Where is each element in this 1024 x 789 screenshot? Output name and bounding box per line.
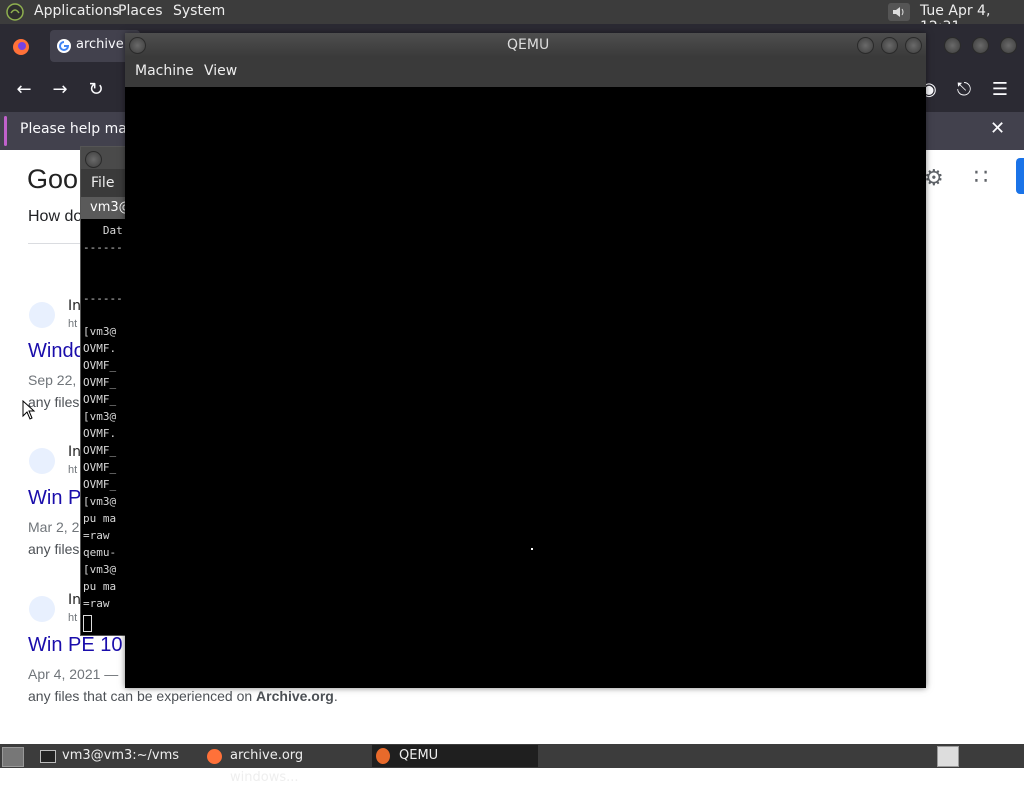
- sign-in-button[interactable]: [1016, 158, 1024, 194]
- terminal-line: ------: [83, 292, 123, 305]
- result-snippet: any files: [28, 541, 80, 557]
- result-snippet: any files that can be experienced on Arc…: [28, 688, 338, 704]
- forward-arrow-icon[interactable]: →: [47, 77, 73, 103]
- firefox-icon[interactable]: [12, 38, 30, 56]
- reload-icon[interactable]: ↻: [83, 77, 109, 103]
- result-title-link[interactable]: Win PE 10: [28, 634, 122, 657]
- notification-accent: [4, 116, 7, 146]
- taskbar-label: QEMU: [399, 748, 439, 763]
- qemu-title: QEMU: [507, 37, 550, 53]
- machine-menu[interactable]: Machine: [135, 63, 194, 79]
- terminal-line: OVMF_: [83, 359, 117, 372]
- result-title-link[interactable]: Win P: [28, 487, 81, 510]
- close-button[interactable]: [905, 37, 922, 54]
- terminal-line: OVMF_: [83, 393, 117, 406]
- terminal-line: OVMF.: [83, 342, 117, 355]
- google-logo[interactable]: Goo: [27, 164, 78, 195]
- qemu-icon: [376, 748, 390, 764]
- bottom-taskbar: vm3@vm3:~/vms archive.org windows... QEM…: [0, 744, 1024, 785]
- terminal-tab[interactable]: vm3@: [81, 197, 131, 219]
- window-menu-button[interactable]: [129, 37, 146, 54]
- settings-gear-icon[interactable]: ⚙: [924, 166, 944, 191]
- maximize-button[interactable]: [881, 37, 898, 54]
- vm-display[interactable]: [125, 87, 926, 688]
- globe-icon: [29, 596, 55, 622]
- menu-hamburger-icon[interactable]: ☰: [987, 77, 1013, 103]
- workspace-switcher[interactable]: [937, 746, 959, 767]
- terminal-line: OVMF_: [83, 444, 117, 457]
- qemu-titlebar[interactable]: QEMU: [125, 33, 926, 57]
- close-icon[interactable]: ✕: [990, 118, 1005, 139]
- applications-menu[interactable]: Applications: [34, 3, 120, 19]
- taskbar-label: archive.org windows...: [230, 748, 304, 785]
- minimize-button[interactable]: [857, 37, 874, 54]
- view-menu[interactable]: View: [204, 63, 237, 79]
- show-desktop-icon[interactable]: [2, 747, 24, 767]
- system-menu[interactable]: System: [173, 3, 225, 19]
- globe-icon: [29, 302, 55, 328]
- globe-icon: [29, 448, 55, 474]
- vm-cursor-dot: [531, 548, 533, 550]
- back-arrow-icon[interactable]: ←: [11, 77, 37, 103]
- window-button[interactable]: [972, 37, 989, 54]
- terminal-line: =raw: [83, 597, 117, 610]
- terminal-line: qemu-: [83, 546, 117, 559]
- mouse-pointer-icon: [22, 400, 36, 420]
- terminal-line: [vm3@: [83, 495, 117, 508]
- google-icon: [57, 39, 71, 53]
- terminal-titlebar[interactable]: [81, 147, 131, 169]
- taskbar-item-firefox[interactable]: archive.org windows...: [202, 745, 368, 785]
- result-url: ht: [68, 464, 78, 476]
- apps-grid-icon[interactable]: ∷: [974, 165, 988, 190]
- qemu-window[interactable]: QEMU Machine View: [125, 33, 926, 688]
- file-menu[interactable]: File: [91, 175, 114, 191]
- firefox-icon: [207, 749, 222, 764]
- divider: [28, 243, 88, 244]
- terminal-line: =raw: [83, 529, 117, 542]
- related-question[interactable]: How do: [28, 208, 82, 226]
- taskbar-label: vm3@vm3:~/vms: [62, 748, 180, 763]
- volume-icon[interactable]: [888, 3, 910, 21]
- extensions-icon[interactable]: ⎋: [951, 77, 977, 103]
- terminal-line: OVMF.: [83, 427, 117, 440]
- terminal-line: pu ma: [83, 512, 117, 525]
- result-url: ht: [68, 318, 78, 330]
- terminal-icon: [40, 750, 56, 763]
- terminal-line: [vm3@: [83, 563, 117, 576]
- top-panel: Applications Places System Tue Apr 4, 12…: [0, 0, 1024, 35]
- terminal-line: OVMF_: [83, 478, 117, 491]
- gnome-foot-icon[interactable]: [6, 3, 24, 21]
- taskbar-item-terminal[interactable]: vm3@vm3:~/vms: [34, 745, 198, 767]
- terminal-line: [vm3@: [83, 410, 117, 423]
- terminal-line: OVMF_: [83, 461, 117, 474]
- result-title-link[interactable]: Windo: [28, 340, 85, 363]
- terminal-line: [vm3@: [83, 325, 117, 338]
- result-date: Mar 2, 2: [28, 519, 80, 535]
- qemu-menubar: Machine View: [125, 57, 926, 87]
- terminal-line: Dat: [83, 224, 123, 237]
- window-button[interactable]: [1000, 37, 1017, 54]
- window-button[interactable]: [944, 37, 961, 54]
- taskbar-item-qemu[interactable]: QEMU: [372, 745, 538, 767]
- terminal-line: OVMF_: [83, 376, 117, 389]
- terminal-menubar: File: [81, 169, 131, 197]
- terminal-line: ------: [83, 241, 123, 254]
- window-menu-button[interactable]: [85, 151, 102, 168]
- terminal-cursor: [83, 615, 92, 632]
- result-url: ht: [68, 612, 78, 624]
- places-menu[interactable]: Places: [118, 3, 163, 19]
- result-date: Sep 22,: [28, 372, 77, 388]
- terminal-line: pu ma: [83, 580, 117, 593]
- result-date: Apr 4, 2021 —: [28, 666, 119, 682]
